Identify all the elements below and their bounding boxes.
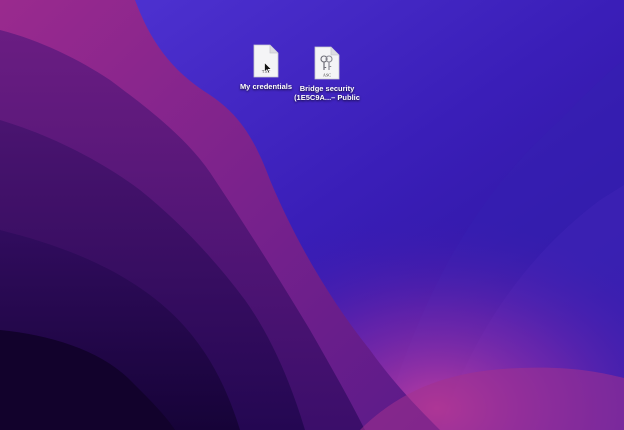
desktop[interactable]: TXT My credentials ASC Bridge security (… — [0, 0, 624, 430]
mouse-pointer-icon — [264, 62, 272, 74]
icon-label-line1: Bridge security — [299, 84, 355, 93]
file-badge: ASC — [323, 73, 331, 78]
certificate-file-icon: ASC — [314, 46, 340, 80]
desktop-icon-bridge-security[interactable]: ASC Bridge security (1E5C9A...– Public — [291, 46, 363, 102]
icon-label: My credentials — [239, 82, 293, 91]
icon-label-line2: (1E5C9A...– Public — [294, 93, 360, 102]
